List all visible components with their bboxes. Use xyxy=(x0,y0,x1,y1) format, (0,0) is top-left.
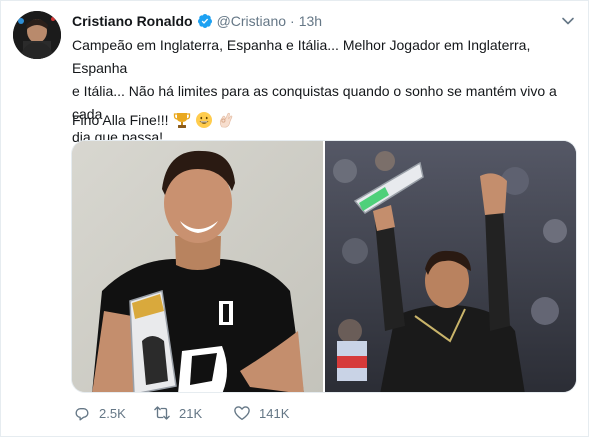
tweet-signoff: Fino Alla Fine!!! xyxy=(72,112,169,128)
separator-dot: · xyxy=(290,13,295,29)
tweet-signoff-line: Fino Alla Fine!!! xyxy=(72,108,235,132)
verified-badge-icon xyxy=(197,14,212,28)
reply-count: 2.5K xyxy=(99,405,126,421)
reply-button[interactable]: 2.5K xyxy=(73,404,153,422)
tweet-actions: 2.5K 21K 141K xyxy=(73,403,313,423)
like-count: 141K xyxy=(259,405,290,421)
grinning-face-emoji xyxy=(195,112,212,128)
heart-icon xyxy=(234,406,250,421)
tweet-header: Cristiano Ronaldo @Cristiano · 13h xyxy=(72,12,322,30)
trophy-emoji xyxy=(173,113,190,128)
photo-ronaldo-holding-trophy[interactable] xyxy=(72,141,323,392)
retweet-icon xyxy=(154,406,170,420)
avatar[interactable] xyxy=(13,11,61,59)
author-name[interactable]: Cristiano Ronaldo xyxy=(72,13,193,29)
like-button[interactable]: 141K xyxy=(233,404,313,422)
photo-ronaldo-raising-trophy[interactable] xyxy=(325,141,576,392)
tweet-card[interactable]: Cristiano Ronaldo @Cristiano · 13h Campe… xyxy=(0,0,589,437)
tweet-media[interactable] xyxy=(71,140,577,393)
ok-hand-emoji xyxy=(219,112,232,128)
reply-icon xyxy=(75,407,89,421)
chevron-down-icon[interactable] xyxy=(560,13,576,29)
tweet-timestamp[interactable]: 13h xyxy=(299,13,322,29)
retweet-button[interactable]: 21K xyxy=(153,404,233,422)
author-handle[interactable]: @Cristiano xyxy=(217,13,286,29)
retweet-count: 21K xyxy=(179,405,203,421)
